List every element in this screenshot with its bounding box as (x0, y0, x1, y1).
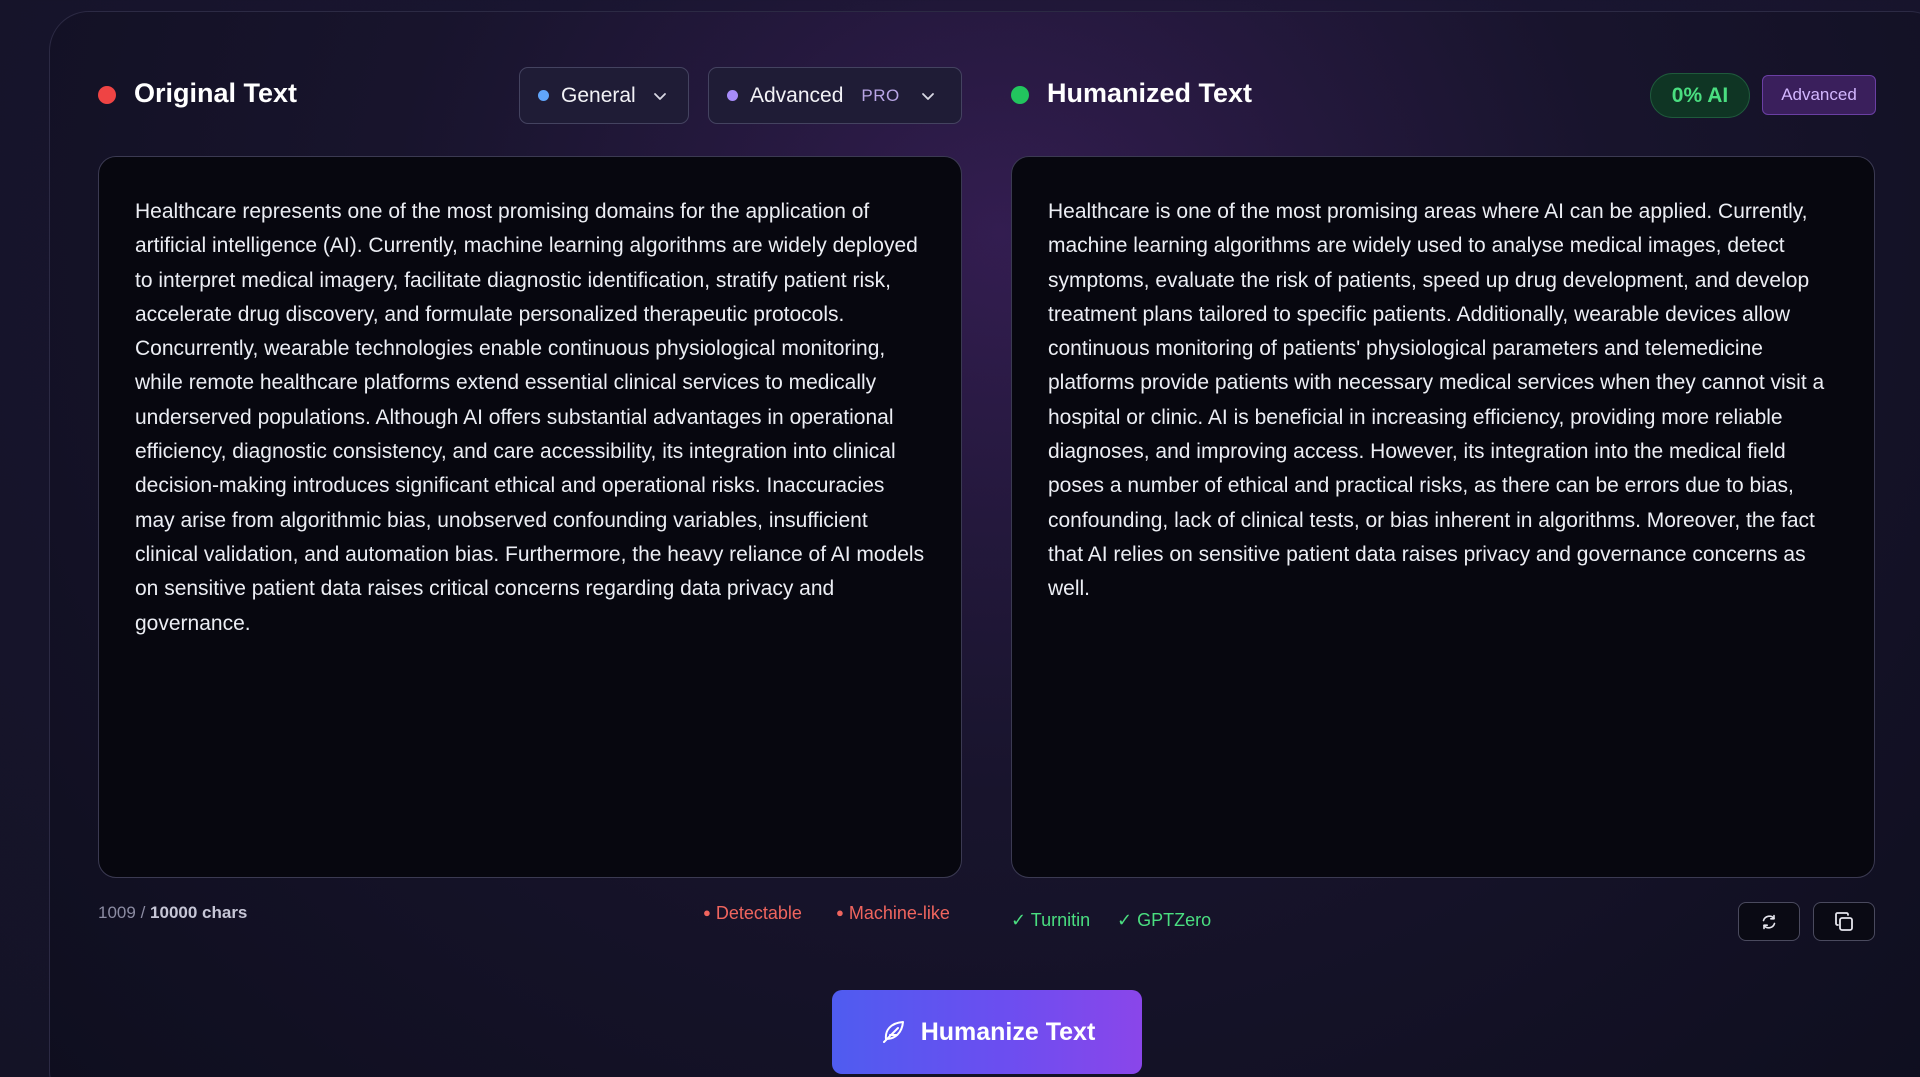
level-dot (727, 90, 738, 101)
char-counter: 1009 / 10000 chars (98, 903, 247, 923)
flag-dot: ● (836, 905, 844, 920)
pro-tag: PRO (861, 85, 900, 105)
flag-label: Detectable (715, 903, 802, 923)
flag-detectable: ● Detectable (703, 903, 802, 924)
original-text-title: Original Text (134, 78, 298, 108)
original-status-dot (98, 86, 116, 104)
feather-icon (882, 1021, 904, 1043)
flag-dot: ● (703, 905, 711, 920)
copy-button[interactable] (1813, 902, 1875, 941)
regenerate-button[interactable] (1738, 902, 1800, 941)
mode-dot (538, 90, 549, 101)
flag-label: Machine-like (848, 903, 950, 923)
humanized-status-dot (1011, 86, 1029, 104)
check-turnitin: ✓ Turnitin (1011, 910, 1091, 930)
char-count-value: 1009 (98, 903, 136, 922)
char-count-limit: 10000 chars (150, 903, 248, 922)
original-text-input[interactable]: Healthcare represents one of the most pr… (98, 156, 962, 878)
check-gptzero: ✓ GPTZero (1117, 910, 1212, 930)
humanized-text-output[interactable]: Healthcare is one of the most promising … (1011, 156, 1875, 878)
humanize-button-label: Humanize Text (920, 1017, 1096, 1046)
chevron-down-icon (653, 92, 666, 100)
chevron-down-icon (921, 92, 934, 100)
level-dropdown[interactable]: Advanced PRO (708, 67, 962, 124)
mode-dropdown[interactable]: General (519, 67, 689, 124)
mode-dropdown-label: General (561, 83, 636, 107)
mode-badge: Advanced (1762, 75, 1876, 115)
humanized-text-title: Humanized Text (1047, 78, 1253, 108)
refresh-icon (1762, 914, 1776, 929)
level-dropdown-label: Advanced (750, 83, 844, 107)
char-count-separator: / (140, 903, 146, 922)
ai-score-badge: 0% AI (1650, 73, 1750, 118)
copy-icon (1835, 911, 1853, 931)
humanize-text-button[interactable]: Humanize Text (832, 990, 1142, 1074)
flag-machine-like: ● Machine-like (836, 903, 950, 924)
